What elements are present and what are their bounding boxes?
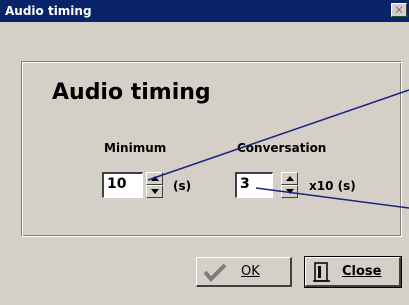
minimum-spinner[interactable] <box>146 172 163 198</box>
minimum-spin-up-button[interactable] <box>146 172 163 185</box>
ok-label: OK <box>241 264 260 279</box>
checkmark-icon <box>203 263 227 282</box>
conversation-input[interactable]: 3 <box>235 172 273 198</box>
minimum-label: Minimum <box>104 141 167 155</box>
conversation-unit: x10 (s) <box>309 179 356 193</box>
close-label: Close <box>342 264 382 279</box>
arrow-down-icon <box>285 189 294 194</box>
title-bar: Audio timing ✕ <box>0 0 409 22</box>
window-title: Audio timing <box>5 4 92 18</box>
arrow-up-icon <box>285 176 294 181</box>
minimum-unit: (s) <box>173 179 192 193</box>
minimum-value: 10 <box>107 176 127 192</box>
close-button[interactable]: Close <box>304 256 402 288</box>
conversation-spinner[interactable] <box>281 172 298 198</box>
door-icon <box>313 261 330 282</box>
window-close-button[interactable]: ✕ <box>391 3 407 17</box>
conversation-label: Conversation <box>237 141 327 155</box>
dialog-heading: Audio timing <box>52 80 211 105</box>
conversation-spin-up-button[interactable] <box>281 172 298 185</box>
arrow-down-icon <box>150 189 159 194</box>
conversation-value: 3 <box>240 176 250 192</box>
conversation-spin-down-button[interactable] <box>281 185 298 198</box>
minimum-input[interactable]: 10 <box>102 172 143 198</box>
close-icon: ✕ <box>393 3 405 17</box>
ok-button[interactable]: OK <box>196 257 292 287</box>
minimum-spin-down-button[interactable] <box>146 185 163 198</box>
arrow-up-icon <box>150 176 159 181</box>
